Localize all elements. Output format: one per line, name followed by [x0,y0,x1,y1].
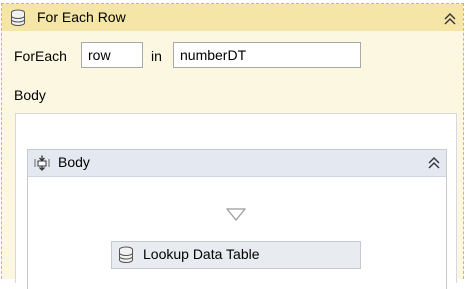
drop-arrow-icon[interactable] [226,208,246,222]
sequence-header[interactable]: Body [28,150,446,177]
sequence-title: Body [58,154,90,170]
double-chevron-up-icon[interactable] [442,11,458,27]
foreach-label: ForEach [14,48,67,64]
body-sequence[interactable]: Body Lookup Data Table [27,149,447,289]
for-each-row-activity[interactable]: For Each Row ForEach in Body Body [1,3,464,289]
activity-title: For Each Row [37,9,126,25]
item-variable-input[interactable] [81,42,143,68]
sequence-icon [34,155,50,171]
lookup-title: Lookup Data Table [143,246,260,262]
in-label: in [151,48,162,64]
collection-input[interactable] [173,42,361,68]
body-container: Body Lookup Data Table [15,113,457,289]
lookup-data-table-activity[interactable]: Lookup Data Table [111,241,361,269]
activity-header[interactable]: For Each Row [2,4,463,31]
data-table-icon [11,9,25,26]
body-label: Body [14,87,46,103]
data-table-icon [119,246,133,263]
double-chevron-up-icon[interactable] [426,155,442,171]
